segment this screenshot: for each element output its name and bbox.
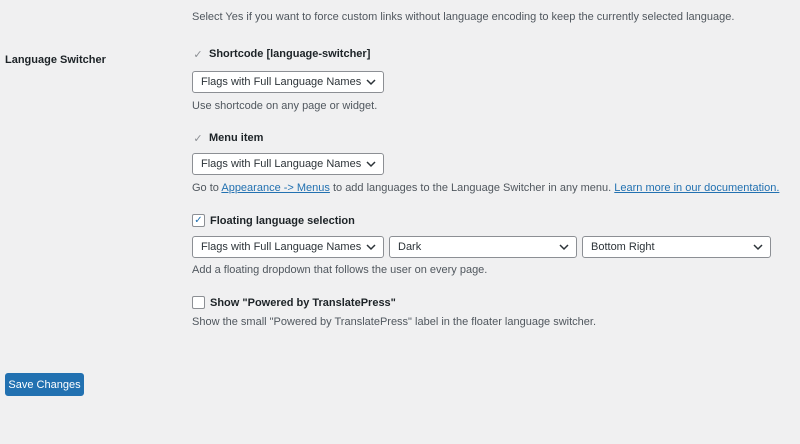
floating-style-select[interactable]: Flags with Full Language Names (192, 236, 384, 258)
floating-position-select[interactable]: Bottom Right (582, 236, 771, 258)
powered-by-option[interactable]: Show "Powered by TranslatePress" (192, 296, 396, 309)
shortcode-label: Shortcode [language-switcher] (209, 48, 371, 60)
checkmark-icon[interactable]: ✓ (192, 132, 204, 145)
menu-item-description: Go to Appearance -> Menus to add languag… (192, 182, 779, 194)
floating-option[interactable]: ✓ Floating language selection (192, 214, 355, 227)
save-changes-button[interactable]: Save Changes (5, 373, 84, 396)
floating-theme-select[interactable]: Dark (389, 236, 577, 258)
powered-by-label: Show "Powered by TranslatePress" (210, 296, 396, 309)
appearance-menus-link[interactable]: Appearance -> Menus (221, 182, 330, 194)
floating-description: Add a floating dropdown that follows the… (192, 264, 488, 276)
floating-style-value: Flags with Full Language Names (201, 241, 362, 253)
chevron-down-icon (366, 79, 376, 86)
shortcode-description: Use shortcode on any page or widget. (192, 100, 378, 112)
menu-item-select-value: Flags with Full Language Names (201, 158, 362, 170)
checkmark-icon[interactable]: ✓ (192, 48, 204, 61)
powered-by-checkbox[interactable] (192, 296, 205, 309)
chevron-down-icon (559, 244, 569, 251)
chevron-down-icon (366, 161, 376, 168)
menu-item-label: Menu item (209, 132, 264, 144)
chevron-down-icon (753, 244, 763, 251)
menu-desc-before: Go to (192, 182, 222, 194)
shortcode-option[interactable]: ✓ Shortcode [language-switcher] (192, 48, 371, 61)
top-description: Select Yes if you want to force custom l… (192, 11, 735, 23)
section-label: Language Switcher (5, 54, 106, 66)
shortcode-style-select[interactable]: Flags with Full Language Names (192, 71, 384, 93)
documentation-link[interactable]: Learn more in our documentation. (614, 182, 779, 194)
menu-desc-middle: to add languages to the Language Switche… (329, 182, 615, 194)
menu-item-option[interactable]: ✓ Menu item (192, 132, 264, 145)
chevron-down-icon (366, 244, 376, 251)
shortcode-select-value: Flags with Full Language Names (201, 76, 362, 88)
floating-label: Floating language selection (210, 214, 355, 227)
powered-by-description: Show the small "Powered by TranslatePres… (192, 316, 597, 328)
floating-position-value: Bottom Right (591, 241, 655, 253)
menu-item-style-select[interactable]: Flags with Full Language Names (192, 153, 384, 175)
floating-checkbox[interactable]: ✓ (192, 214, 205, 227)
floating-theme-value: Dark (398, 241, 422, 253)
